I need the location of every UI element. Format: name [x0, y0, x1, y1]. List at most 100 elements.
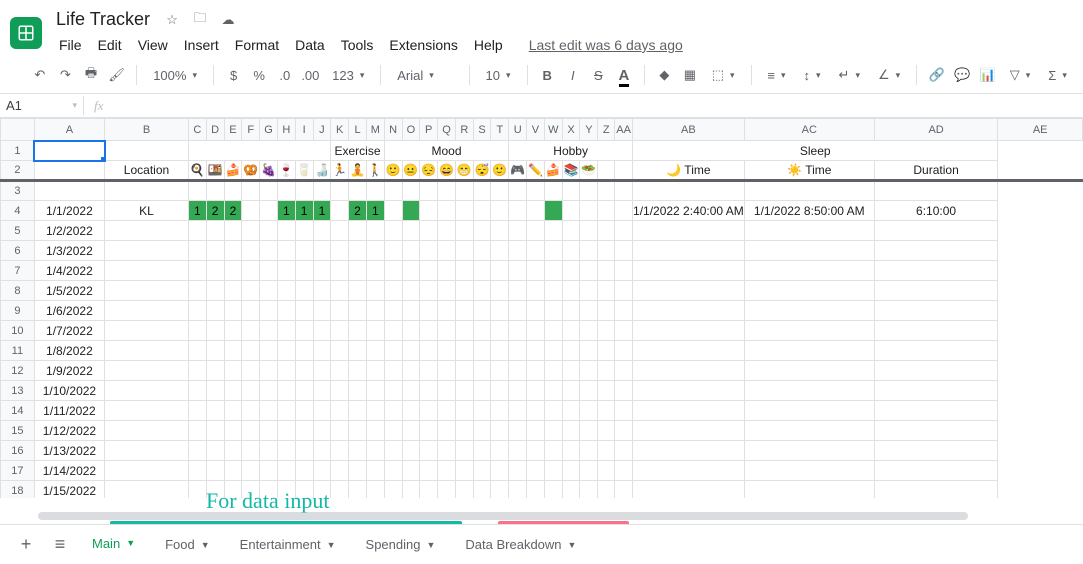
cell[interactable] — [295, 361, 313, 381]
row-header[interactable]: 10 — [1, 321, 35, 341]
cell[interactable] — [105, 401, 189, 421]
cell[interactable] — [105, 341, 189, 361]
move-icon[interactable]: 🗀 — [192, 12, 208, 28]
col-header[interactable]: Q — [438, 119, 456, 141]
cell[interactable] — [206, 221, 224, 241]
rotate-dropdown[interactable]: ∠ — [872, 65, 906, 85]
cell[interactable] — [384, 241, 402, 261]
italic-button[interactable]: I — [563, 63, 583, 87]
cell[interactable] — [206, 421, 224, 441]
cell[interactable] — [260, 441, 278, 461]
name-box[interactable]: A1 — [0, 96, 84, 115]
cell[interactable] — [313, 361, 331, 381]
cell[interactable] — [402, 201, 420, 221]
col-header[interactable]: M — [366, 119, 384, 141]
cell[interactable] — [242, 461, 260, 481]
header-exercise[interactable]: Exercise — [331, 141, 384, 161]
tab-spending[interactable]: Spending▼ — [352, 529, 450, 560]
cell[interactable] — [277, 321, 295, 341]
row-header[interactable]: 17 — [1, 461, 35, 481]
cell[interactable] — [384, 301, 402, 321]
emoji-header[interactable]: 🥗 — [580, 161, 598, 181]
row-header[interactable]: 7 — [1, 261, 35, 281]
cell[interactable] — [260, 201, 278, 221]
cell[interactable] — [509, 381, 527, 401]
cell[interactable] — [295, 401, 313, 421]
cell[interactable] — [260, 301, 278, 321]
emoji-header[interactable]: 🍱 — [206, 161, 224, 181]
cell[interactable] — [105, 261, 189, 281]
dec-increase-button[interactable]: .00 — [301, 63, 321, 87]
print-button[interactable]: 🖶 — [81, 63, 101, 87]
cell[interactable] — [509, 241, 527, 261]
font-size-dropdown[interactable]: 10 — [480, 66, 517, 85]
cell[interactable] — [295, 261, 313, 281]
cell[interactable] — [509, 221, 527, 241]
col-header[interactable]: W — [544, 119, 562, 141]
cell-date[interactable]: 1/2/2022 — [34, 221, 104, 241]
cell[interactable] — [260, 381, 278, 401]
emoji-header[interactable]: 🙂 — [384, 161, 402, 181]
cell[interactable] — [105, 421, 189, 441]
cell[interactable] — [277, 441, 295, 461]
row-header[interactable]: 14 — [1, 401, 35, 421]
cell[interactable] — [509, 281, 527, 301]
cell[interactable] — [633, 481, 745, 499]
cell[interactable] — [313, 421, 331, 441]
cell[interactable] — [633, 401, 745, 421]
cell[interactable] — [331, 481, 349, 499]
cell-date[interactable]: 1/1/2022 — [34, 201, 104, 221]
horizontal-scrollbar[interactable] — [38, 512, 1071, 522]
cell[interactable] — [260, 401, 278, 421]
menu-format[interactable]: Format — [228, 33, 286, 57]
row-header[interactable]: 18 — [1, 481, 35, 499]
cell[interactable] — [509, 321, 527, 341]
cell[interactable] — [105, 461, 189, 481]
cell[interactable] — [633, 361, 745, 381]
cell[interactable] — [277, 241, 295, 261]
cell[interactable] — [295, 301, 313, 321]
cell[interactable] — [384, 401, 402, 421]
cell[interactable] — [384, 361, 402, 381]
cell[interactable] — [188, 321, 206, 341]
cell[interactable] — [206, 241, 224, 261]
cell[interactable] — [105, 301, 189, 321]
cell[interactable] — [331, 401, 349, 421]
cell[interactable] — [384, 341, 402, 361]
cell[interactable] — [615, 161, 633, 181]
col-header[interactable]: C — [188, 119, 206, 141]
cell[interactable] — [260, 341, 278, 361]
cell[interactable] — [224, 341, 242, 361]
cell[interactable] — [509, 481, 527, 499]
cell[interactable] — [277, 381, 295, 401]
cell[interactable] — [295, 221, 313, 241]
cell[interactable] — [242, 281, 260, 301]
row-header[interactable]: 16 — [1, 441, 35, 461]
emoji-header[interactable]: 🚶 — [366, 161, 384, 181]
cell[interactable] — [206, 361, 224, 381]
col-header[interactable]: I — [295, 119, 313, 141]
cell-date[interactable]: 1/8/2022 — [34, 341, 104, 361]
row-header[interactable]: 13 — [1, 381, 35, 401]
cell[interactable] — [260, 421, 278, 441]
row-header[interactable]: 12 — [1, 361, 35, 381]
tab-main[interactable]: Main▼ — [78, 528, 149, 562]
all-sheets-button[interactable]: ≡ — [44, 529, 76, 561]
header-sleep[interactable]: Sleep — [633, 141, 998, 161]
cell[interactable]: 1 — [313, 201, 331, 221]
cell[interactable] — [206, 401, 224, 421]
col-header[interactable]: F — [242, 119, 260, 141]
cell[interactable] — [188, 341, 206, 361]
cell[interactable] — [242, 261, 260, 281]
col-header[interactable]: V — [527, 119, 545, 141]
spreadsheet-grid[interactable]: A B C D E F G H I J K L M N O P Q R S T … — [0, 118, 1083, 498]
cell[interactable] — [105, 281, 189, 301]
emoji-header[interactable]: 😐 — [402, 161, 420, 181]
cell[interactable] — [224, 401, 242, 421]
cell[interactable] — [188, 141, 330, 161]
cell[interactable] — [331, 281, 349, 301]
dec-decrease-button[interactable]: .0 — [275, 63, 295, 87]
emoji-header[interactable]: 😄 — [438, 161, 456, 181]
cell[interactable] — [206, 341, 224, 361]
text-color-button[interactable]: A — [614, 63, 634, 87]
